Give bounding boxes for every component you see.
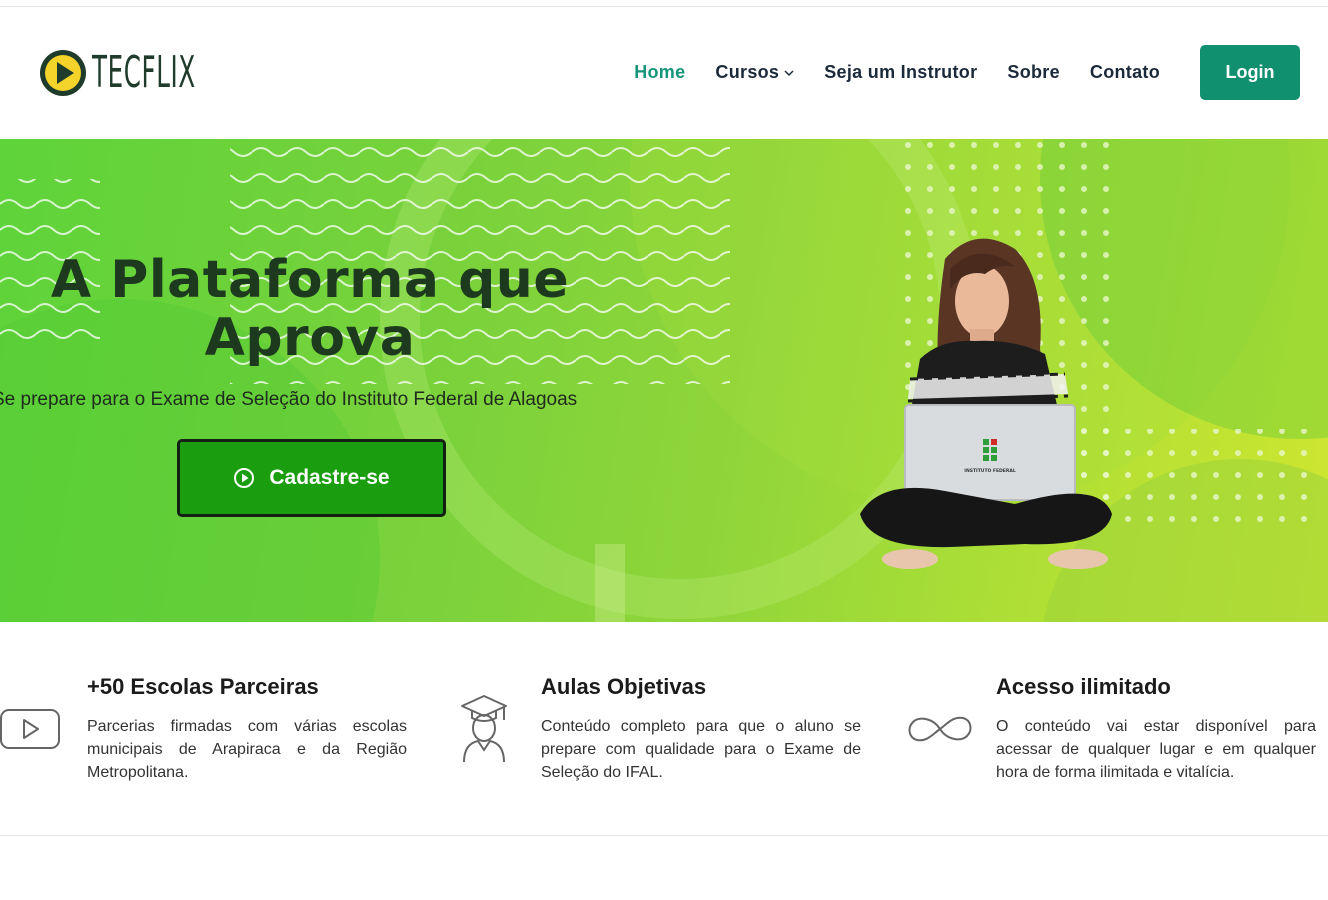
hero-title: A Plataforma que Aprova <box>0 251 620 367</box>
feature-text: Parcerias firmadas com várias escolas mu… <box>87 718 407 781</box>
signup-cta-button[interactable]: Cadastre-se <box>177 439 446 517</box>
play-logo-icon <box>40 49 86 96</box>
nav-contato[interactable]: Contato <box>1090 62 1160 83</box>
play-icon <box>0 709 60 749</box>
nav-cursos[interactable]: Cursos <box>715 62 794 83</box>
play-circle-icon <box>234 468 255 488</box>
feature-title: Aulas Objetivas <box>541 674 707 699</box>
nav-contato-label: Contato <box>1089 62 1160 82</box>
nav-seja-instrutor-label: Seja um Instrutor <box>824 62 978 82</box>
login-button[interactable]: Login <box>1200 45 1300 100</box>
graduate-icon <box>461 695 507 763</box>
hero-title-line-1: A Plataforma que <box>50 250 570 310</box>
hero-title-line-2: Aprova <box>204 308 416 368</box>
feature-title: +50 Escolas Parceiras <box>87 674 319 699</box>
feature-title: Acesso ilimitado <box>996 674 1171 699</box>
student-with-laptop-image: INSTITUTO FEDERAL <box>860 238 1112 569</box>
laptop-logo-text: INSTITUTO FEDERAL <box>964 468 1016 474</box>
signup-cta-label: Cadastre-se <box>269 466 390 489</box>
nav-seja-instrutor[interactable]: Seja um Instrutor <box>824 62 977 83</box>
features-section: +50 Escolas Parceiras Parcerias firmadas… <box>0 622 1328 836</box>
hero-banner: A Plataforma que Aprova Se prepare para … <box>0 139 1328 622</box>
nav-sobre[interactable]: Sobre <box>1007 62 1060 83</box>
chevron-down-icon <box>784 69 794 76</box>
main-nav: Home Cursos Seja um Instrutor Sobre Cont… <box>634 45 1300 100</box>
site-header: TECFLIX Home Cursos Seja um Instrutor So… <box>0 7 1328 139</box>
brand-name: TECFLIX <box>92 47 196 98</box>
nav-sobre-label: Sobre <box>1007 62 1060 82</box>
nav-home-label: Home <box>634 62 686 82</box>
hero-subtitle: Se prepare para o Exame de Seleção do In… <box>0 389 578 410</box>
nav-cursos-label: Cursos <box>715 62 780 82</box>
hero-background-pattern <box>0 139 1328 622</box>
feature-text: Conteúdo completo para que o aluno se pr… <box>541 718 861 781</box>
brand-logo[interactable]: TECFLIX <box>38 47 259 98</box>
infinity-icon <box>908 716 972 742</box>
nav-home[interactable]: Home <box>634 62 685 83</box>
section-divider <box>0 835 1328 836</box>
feature-text: O conteúdo vai estar disponível para ace… <box>996 718 1316 781</box>
